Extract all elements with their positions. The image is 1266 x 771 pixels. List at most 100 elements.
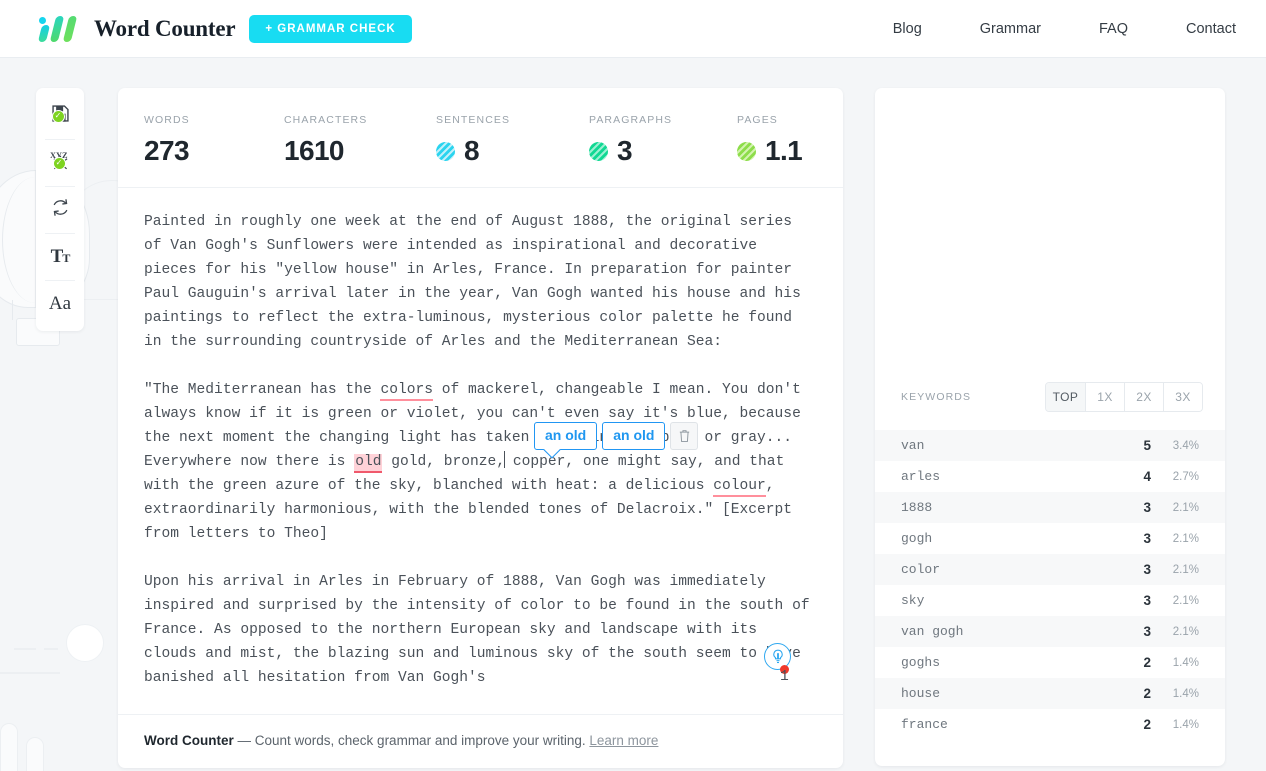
keyword-percent: 2.1% [1172,563,1199,576]
keyword-count: 2 [1143,686,1151,701]
keyword-name: color [901,562,941,577]
keyword-count: 3 [1143,593,1151,608]
keyword-percent: 3.4% [1172,439,1199,452]
paragraph-3: Upon his arrival in Arles in February of… [144,574,810,686]
rail-item-refresh[interactable] [36,186,84,233]
assistant-notification-dot: 1 [780,665,789,685]
main-nav: Blog Grammar FAQ Contact [893,21,1236,37]
stat-value-wrap: 3 [589,135,737,187]
stat-value: 8 [464,135,480,166]
keyword-row[interactable]: color 3 2.1% [875,554,1225,585]
keyword-percent: 1.4% [1172,656,1199,669]
stat-value: 273 [144,135,190,166]
stat-label: PARAGRAPHS [589,114,673,126]
paragraph-2: "The Mediterranean has the colors of mac… [144,378,817,546]
suggestion-option-2[interactable]: an old [602,422,666,450]
keywords-card: KEYWORDS TOP 1X 2X 3X van 5 3.4% arles 4… [875,88,1225,766]
stat-label: SENTENCES [436,114,511,126]
rail-item-spellcheck[interactable]: XYZ ✓ [36,139,84,186]
filter-1x[interactable]: 1X [1085,383,1124,411]
suggestion-option-1[interactable]: an old [534,422,598,450]
stats-bar: WORDS 273 CHARACTERS 1610 SENTENCES 8 PA… [118,88,843,188]
footer-brand: Word Counter [144,733,234,748]
nav-item-blog[interactable]: Blog [893,21,922,37]
grammar-suggestion-popup: an old an old [534,422,699,450]
text-run: gold, bronze, [382,454,506,470]
keyword-row[interactable]: van gogh 3 2.1% [875,616,1225,647]
keyword-name: gogh [901,531,933,546]
stat-value: 1.1 [765,135,803,166]
keyword-row[interactable]: house 2 1.4% [875,678,1225,709]
rail-item-font[interactable]: Aa [36,280,84,327]
rail-item-text-size[interactable]: TT [36,233,84,280]
grammar-error-old[interactable]: old [354,454,383,473]
rail-item-save[interactable]: ✓ [36,92,84,139]
stat-value-wrap: 8 [436,135,589,187]
stat-label: CHARACTERS [284,114,368,126]
keywords-header: KEYWORDS TOP 1X 2X 3X [875,378,1225,416]
keyword-count: 2 [1143,655,1151,670]
keyword-name: arles [901,469,941,484]
stat-characters: CHARACTERS 1610 [284,114,436,187]
keyword-row[interactable]: goghs 2 1.4% [875,647,1225,678]
keyword-count: 4 [1143,469,1151,484]
wordcounter-logo-icon [37,15,80,42]
keyword-percent: 2.1% [1172,501,1199,514]
keyword-row[interactable]: sky 3 2.1% [875,585,1225,616]
nav-item-faq[interactable]: FAQ [1099,21,1128,37]
keywords-list: van 5 3.4% arles 4 2.7% 1888 3 2.1% gogh… [875,416,1225,740]
sentences-indicator-icon [436,141,455,161]
stat-paragraphs: PARAGRAPHS 3 [589,114,737,187]
brand[interactable]: Word Counter [37,15,236,42]
keyword-percent: 2.1% [1172,532,1199,545]
learn-more-link[interactable]: Learn more [589,733,658,748]
stat-words: WORDS 273 [144,114,284,187]
keywords-filter-group: TOP 1X 2X 3X [1045,382,1203,412]
page-title: Word Counter [94,15,236,41]
keyword-count: 3 [1143,531,1151,546]
stat-value: 3 [617,135,633,166]
editor-card: WORDS 273 CHARACTERS 1610 SENTENCES 8 PA… [118,88,843,768]
keyword-percent: 2.7% [1172,470,1199,483]
font-aa-icon: Aa [48,292,72,314]
page-body: ✓ XYZ ✓ TT Aa WORDS 273 CHARACTERS 1610 … [0,58,1266,771]
document-text-area[interactable]: Painted in roughly one week at the end o… [118,188,843,714]
filter-top[interactable]: TOP [1046,383,1085,411]
keyword-name: house [901,686,941,701]
keyword-percent: 2.1% [1172,594,1199,607]
keyword-name: goghs [901,655,941,670]
spelling-error-colour[interactable]: colour [713,478,766,497]
check-badge: ✓ [51,109,65,123]
nav-item-grammar[interactable]: Grammar [980,21,1041,37]
stat-label: WORDS [144,114,190,126]
keyword-row[interactable]: arles 4 2.7% [875,461,1225,492]
keyword-row[interactable]: 1888 3 2.1% [875,492,1225,523]
ad-slot [875,88,1225,378]
keyword-row[interactable]: france 2 1.4% [875,709,1225,740]
spelling-error-colors[interactable]: colors [380,382,434,401]
keyword-count: 3 [1143,500,1151,515]
keyword-count: 3 [1143,624,1151,639]
keyword-row[interactable]: gogh 3 2.1% [875,523,1225,554]
keyword-count: 3 [1143,562,1151,577]
site-header: Word Counter + GRAMMAR CHECK Blog Gramma… [0,0,1266,58]
floppy-disk-icon: ✓ [50,103,71,129]
filter-2x[interactable]: 2X [1124,383,1163,411]
keyword-percent: 1.4% [1172,687,1199,700]
filter-3x[interactable]: 3X [1163,383,1202,411]
grammar-check-button[interactable]: + GRAMMAR CHECK [249,14,412,43]
keyword-percent: 2.1% [1172,625,1199,638]
lightbulb-icon [772,649,783,664]
paragraph-1: Painted in roughly one week at the end o… [144,214,801,350]
stat-pages: PAGES 1.1 [737,114,803,187]
stat-value: 1610 [284,135,344,166]
footer-text: — Count words, check grammar and improve… [233,733,590,748]
keyword-count: 5 [1143,438,1151,453]
nav-item-contact[interactable]: Contact [1186,21,1236,37]
trash-icon[interactable] [670,422,699,450]
xyz-spellcheck-icon: XYZ ✓ [49,150,72,176]
keyword-row[interactable]: van 5 3.4% [875,430,1225,461]
stat-value-wrap: 1.1 [737,135,803,187]
keyword-name: van gogh [901,624,964,639]
text-size-icon: TT [50,245,71,267]
